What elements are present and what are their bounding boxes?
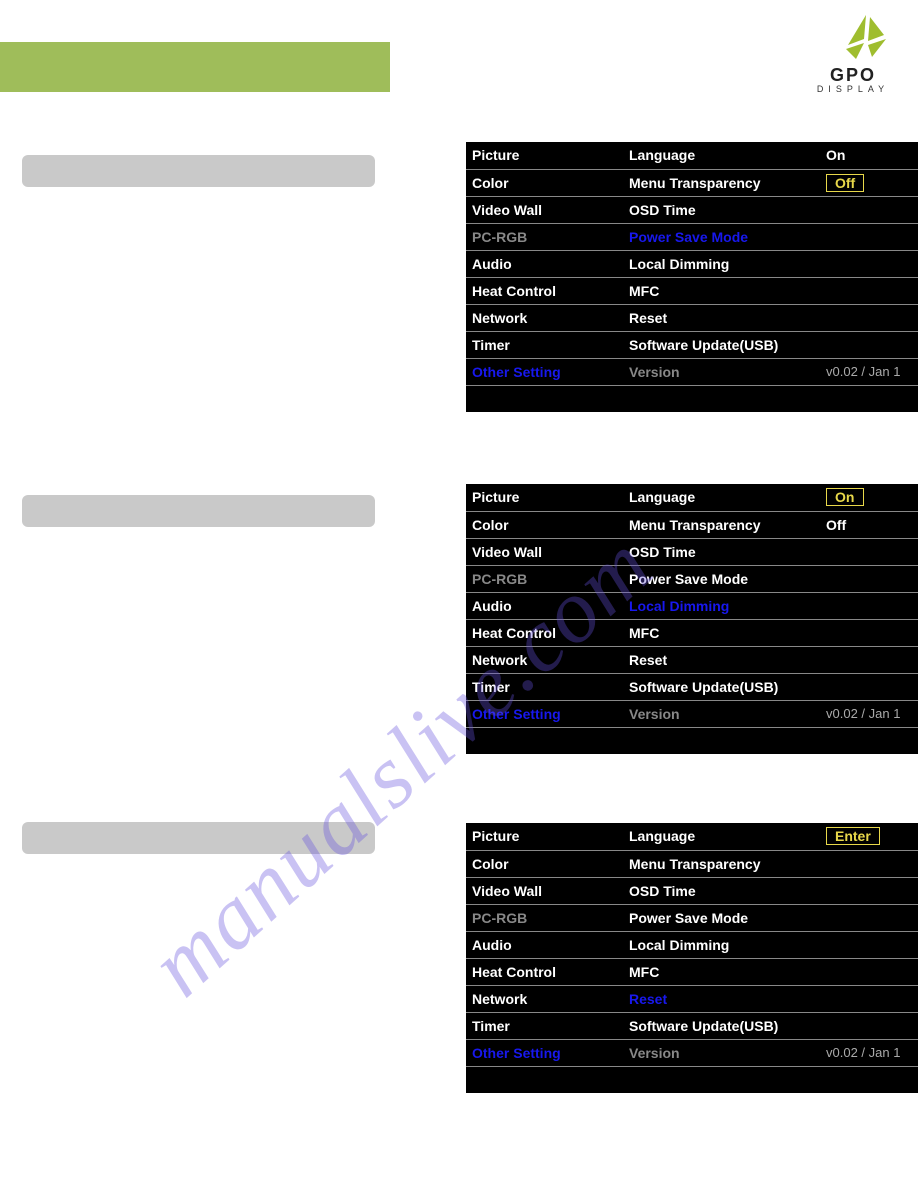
menu-item[interactable]: Color (466, 511, 623, 538)
menu-item[interactable]: Language (623, 823, 820, 850)
menu-item[interactable]: Language (623, 484, 820, 511)
value-on: On (826, 147, 845, 163)
logo-text: GPO (808, 65, 898, 86)
menu-item[interactable]: Picture (466, 142, 623, 169)
menu-item[interactable]: MFC (623, 619, 820, 646)
menu-item: Version (623, 700, 820, 727)
menu-item[interactable]: Audio (466, 250, 623, 277)
menu-item[interactable]: Video Wall (466, 196, 623, 223)
value-off-selected[interactable]: Off (826, 174, 864, 192)
menu-item[interactable]: Color (466, 850, 623, 877)
menu-item[interactable]: Local Dimming (623, 250, 820, 277)
menu-item[interactable]: Menu Transparency (623, 850, 820, 877)
menu-item-disabled: PC-RGB (466, 904, 623, 931)
value-off: Off (826, 517, 846, 533)
menu-item[interactable]: Picture (466, 484, 623, 511)
section-label-2 (22, 495, 375, 527)
menu-item[interactable]: Reset (623, 646, 820, 673)
menu-item[interactable]: Power Save Mode (623, 565, 820, 592)
menu-item[interactable]: Timer (466, 331, 623, 358)
version-text: v0.02 / Jan 1 (820, 1039, 918, 1066)
version-text: v0.02 / Jan 1 (820, 700, 918, 727)
menu-item[interactable]: Local Dimming (623, 931, 820, 958)
menu-item[interactable]: Color (466, 169, 623, 196)
menu-item-highlighted[interactable]: Other Setting (466, 1039, 623, 1066)
menu-item[interactable]: OSD Time (623, 196, 820, 223)
version-text: v0.02 / Jan 1 (820, 358, 918, 385)
value-enter-selected[interactable]: Enter (826, 827, 880, 845)
menu-item[interactable]: Software Update(USB) (623, 331, 820, 358)
menu-item-disabled: PC-RGB (466, 223, 623, 250)
menu-item[interactable]: Audio (466, 931, 623, 958)
menu-item: Version (623, 358, 820, 385)
menu-item[interactable]: Software Update(USB) (623, 1012, 820, 1039)
menu-item[interactable]: Heat Control (466, 619, 623, 646)
menu-item[interactable]: OSD Time (623, 877, 820, 904)
osd-menu-2: PictureLanguage On ColorMenu Transparency… (466, 484, 918, 754)
menu-item[interactable]: Timer (466, 673, 623, 700)
menu-item[interactable]: Heat Control (466, 277, 623, 304)
menu-item[interactable]: Network (466, 304, 623, 331)
menu-item[interactable]: Language (623, 142, 820, 169)
menu-item[interactable]: Timer (466, 1012, 623, 1039)
menu-item[interactable]: Reset (623, 304, 820, 331)
menu-item[interactable]: MFC (623, 958, 820, 985)
menu-item-highlighted[interactable]: Other Setting (466, 358, 623, 385)
menu-item-disabled: PC-RGB (466, 565, 623, 592)
menu-item[interactable]: OSD Time (623, 538, 820, 565)
menu-item[interactable]: Network (466, 646, 623, 673)
menu-item: Version (623, 1039, 820, 1066)
section-label-1 (22, 155, 375, 187)
menu-item[interactable]: Power Save Mode (623, 904, 820, 931)
menu-item-highlighted[interactable]: Power Save Mode (623, 223, 820, 250)
menu-item-highlighted[interactable]: Other Setting (466, 700, 623, 727)
logo-subtext: DISPLAY (808, 84, 898, 94)
value-on-selected[interactable]: On (826, 488, 864, 506)
menu-item-highlighted[interactable]: Local Dimming (623, 592, 820, 619)
osd-menu-3: PictureLanguage Enter ColorMenu Transpare… (466, 823, 918, 1093)
menu-item[interactable]: Video Wall (466, 538, 623, 565)
menu-item[interactable]: MFC (623, 277, 820, 304)
menu-item[interactable]: Network (466, 985, 623, 1012)
menu-item[interactable]: Heat Control (466, 958, 623, 985)
header-green-bar (0, 42, 390, 92)
brand-logo: GPO DISPLAY (808, 15, 898, 94)
menu-item[interactable]: Software Update(USB) (623, 673, 820, 700)
menu-item[interactable]: Picture (466, 823, 623, 850)
section-label-3 (22, 822, 375, 854)
menu-item[interactable]: Video Wall (466, 877, 623, 904)
menu-item[interactable]: Menu Transparency (623, 169, 820, 196)
menu-item[interactable]: Audio (466, 592, 623, 619)
menu-item-highlighted[interactable]: Reset (623, 985, 820, 1012)
osd-menu-1: PictureLanguage On ColorMenu Transparency… (466, 142, 918, 412)
menu-item[interactable]: Menu Transparency (623, 511, 820, 538)
